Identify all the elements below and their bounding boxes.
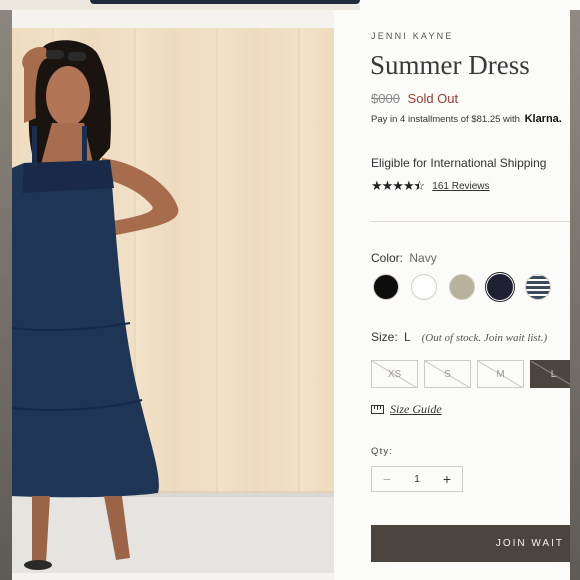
size-s-button[interactable]: S [424, 360, 471, 388]
rating-row: ★★★★☆★ 161 Reviews [371, 178, 490, 194]
quantity-label: Qty: [371, 446, 394, 457]
color-label: Color: Navy [371, 251, 437, 265]
size-options: XS S M L [371, 360, 570, 388]
price-row: $000 Sold Out [371, 91, 458, 106]
product-image[interactable] [12, 28, 334, 573]
shipping-eligibility: Eligible for International Shipping [371, 156, 547, 170]
ruler-icon [371, 405, 384, 414]
size-label: Size: L (Out of stock. Join wait list.) [371, 330, 548, 344]
selected-size: L [404, 330, 411, 344]
star-rating-icon: ★★★★☆★ [371, 178, 425, 193]
reviews-link[interactable]: 161 Reviews [432, 181, 489, 192]
backdrop-right [570, 10, 580, 580]
swatch-navy[interactable] [485, 272, 515, 302]
model-in-dress [12, 40, 179, 570]
swatch-black[interactable] [371, 272, 401, 302]
size-guide-link[interactable]: Size Guide [371, 402, 442, 417]
installments-text: Pay in 4 installments of $81.25 with [371, 114, 520, 125]
backdrop-left [0, 10, 12, 580]
size-guide-label: Size Guide [390, 402, 442, 416]
sold-out-status: Sold Out [407, 91, 459, 106]
color-swatches [371, 272, 553, 302]
swatch-white[interactable] [409, 272, 439, 302]
top-strip [0, 0, 580, 10]
out-of-stock-note: (Out of stock. Join wait list.) [421, 332, 548, 344]
original-price: $000 [371, 91, 400, 106]
size-l-button[interactable]: L [530, 360, 570, 388]
swatch-sage[interactable] [447, 272, 477, 302]
swatch-stripe[interactable] [523, 272, 553, 302]
selected-color: Navy [409, 251, 437, 265]
product-title: Summer Dress [370, 50, 530, 80]
previous-image-edge [90, 0, 360, 4]
brand-name[interactable]: JENNI KAYNE [371, 31, 454, 41]
divider [371, 221, 570, 222]
size-m-button[interactable]: M [477, 360, 524, 388]
increase-quantity-button[interactable]: + [440, 471, 454, 487]
join-waitlist-button[interactable]: JOIN WAIT [371, 525, 570, 562]
quantity-value[interactable]: 1 [414, 474, 420, 485]
installments-info: Pay in 4 installments of $81.25 with Kla… [371, 113, 562, 125]
product-details-panel: JENNI KAYNE Summer Dress $000 Sold Out P… [334, 10, 570, 580]
decrease-quantity-button[interactable]: − [380, 471, 394, 487]
quantity-stepper: − 1 + [371, 466, 463, 492]
klarna-logo[interactable]: Klarna. [525, 113, 562, 125]
size-xs-button[interactable]: XS [371, 360, 418, 388]
